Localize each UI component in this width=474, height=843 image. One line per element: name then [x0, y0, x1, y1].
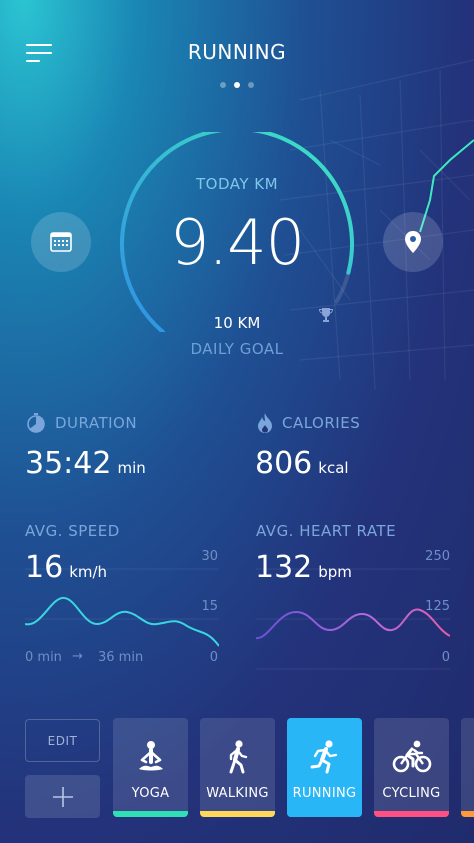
calories-value-row: 806 kcal — [255, 446, 349, 481]
calories-unit: kcal — [318, 459, 349, 477]
yoga-icon — [138, 741, 163, 771]
duration-value-row: 35:42 min — [25, 446, 146, 481]
distance-value: 9.40 — [169, 206, 305, 279]
activity-bar-running — [287, 811, 362, 817]
activity-label-cycling: CYCLING — [382, 786, 441, 801]
heart-rate-label: AVG. HEART RATE — [256, 522, 397, 540]
activity-bar-cycling — [374, 811, 449, 817]
add-activity-button[interactable] — [25, 775, 100, 818]
speed-time-end: 36 min — [98, 650, 144, 665]
activity-bar-yoga — [113, 811, 188, 817]
activity-label-yoga: YOGA — [131, 786, 170, 801]
duration-unit: min — [117, 459, 146, 477]
activity-card-running[interactable]: RUNNING — [287, 718, 362, 817]
calories-label-row: CALORIES — [256, 412, 360, 434]
gauge-label: TODAY KM — [195, 175, 279, 193]
duration-label: DURATION — [55, 414, 138, 432]
stopwatch-icon — [27, 413, 45, 433]
running-icon — [310, 740, 337, 774]
speed-tick-bottom: 0 — [209, 650, 218, 665]
page-dot[interactable] — [234, 82, 240, 88]
activity-label-running: RUNNING — [292, 786, 357, 801]
activity-card-walking[interactable]: WALKING — [200, 718, 275, 817]
activity-label-walking: WALKING — [206, 786, 269, 801]
walking-icon — [229, 740, 247, 774]
speed-time-arrow: → — [72, 649, 83, 664]
activity-bar-partial — [461, 811, 474, 817]
page-dot[interactable] — [248, 82, 254, 88]
activity-card-yoga[interactable]: YOGA — [113, 718, 188, 817]
speed-sparkline — [25, 568, 219, 647]
heart-rate-sparkline — [256, 568, 450, 670]
goal-value: 10 KM — [213, 314, 261, 332]
page-indicator — [0, 82, 474, 88]
calories-label: CALORIES — [282, 414, 361, 432]
flame-icon — [258, 413, 272, 433]
activity-bar-walking — [200, 811, 275, 817]
goal-label: DAILY GOAL — [190, 340, 284, 358]
speed-time-start: 0 min — [25, 650, 62, 665]
duration-value: 35:42 — [25, 446, 112, 481]
activity-card-cycling[interactable]: CYCLING — [374, 718, 449, 817]
plus-icon — [52, 786, 73, 807]
cycling-icon — [392, 740, 431, 773]
calories-value: 806 — [255, 446, 313, 481]
activity-card-partial[interactable] — [461, 718, 474, 817]
duration-label-row: DURATION — [25, 412, 137, 434]
edit-button[interactable]: EDIT — [25, 719, 100, 762]
page-title: RUNNING — [187, 40, 287, 64]
trophy-icon — [318, 308, 334, 322]
page-dot[interactable] — [220, 82, 226, 88]
speed-label: AVG. SPEED — [25, 522, 120, 540]
